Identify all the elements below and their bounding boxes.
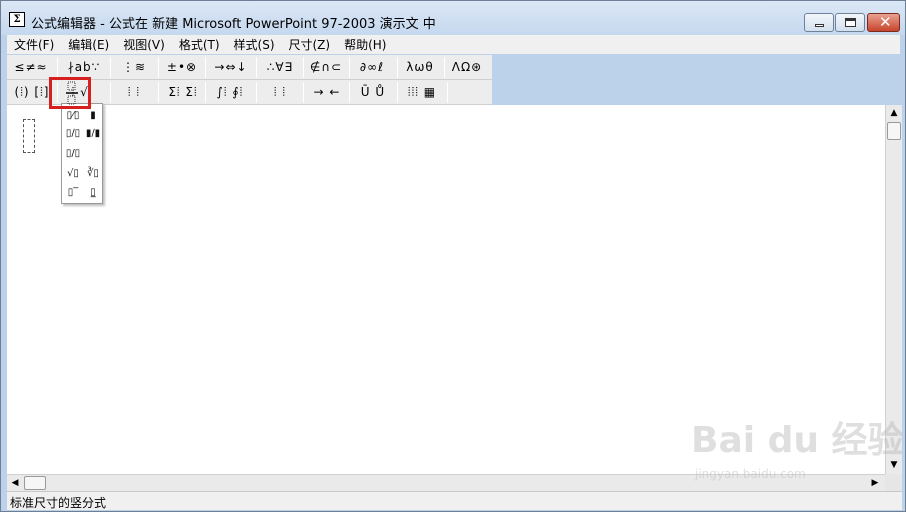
menu-bar: 文件(F) 编辑(E) 视图(V) 格式(T) 样式(S) 尺寸(Z) 帮助(H… [7,35,900,54]
palette-square-root[interactable]: √▯ [64,165,82,182]
set-theory-symbols-button[interactable]: ∉∩⊂ [307,57,345,78]
palette-vertical-fraction-full[interactable]: ▮ [84,107,102,124]
baidu-jingyan-watermark: Bai du 经验 jingyan.baidu.com [691,411,904,491]
menu-format[interactable]: 格式(T) [172,36,227,53]
subscript-superscript-templates-button[interactable]: ⦙ ⦙ [115,82,153,103]
matrix-templates-button[interactable]: ⦙⦙⦙ ▦ [400,82,444,103]
menu-size[interactable]: 尺寸(Z) [282,36,338,53]
operator-symbols-button[interactable]: ±•⊗ [162,57,202,78]
toolbar-separator [110,82,111,103]
horizontal-scroll-thumb[interactable] [24,476,46,490]
palette-slash-fraction-small[interactable]: ▮∕▮ [84,125,102,142]
arrow-symbols-button[interactable]: →⇔↓ [209,57,253,78]
watermark-logo: Bai du 经验 [691,420,904,461]
palette-vertical-fraction-small[interactable]: ▯⁄▯ [64,107,82,124]
palette-long-division[interactable]: ▯‾ [64,184,82,201]
scroll-up-arrow-icon[interactable]: ▲ [886,105,902,121]
integral-templates-button[interactable]: ∫⦙ ∮⦙ [209,82,251,103]
fence-templates-button[interactable]: (⦙) [⦙] [13,82,51,103]
toolbar-separator [444,57,445,78]
toolbar-separator [110,57,111,78]
equation-placeholder-slot[interactable] [23,119,35,153]
palette-nth-root[interactable]: ∛▯ [84,165,102,182]
underbar-overbar-templates-button[interactable]: ⦙ ⦙ [260,82,300,103]
menu-view[interactable]: 视图(V) [116,36,172,53]
window-title: 公式编辑器 - 公式在 新建 Microsoft PowerPoint 97-2… [31,17,436,32]
maximize-button[interactable] [835,13,865,32]
palette-horizontal-fraction[interactable]: ▯/▯ [64,145,82,162]
fraction-radical-palette: ▯⁄▯ ▮ ▯∕▯ ▮∕▮ ▯/▯ √▯ ∛▯ ▯‾ ▯̲ [61,103,103,204]
relational-symbols-button[interactable]: ≤≠≈ [11,57,51,78]
palette-slash-fraction[interactable]: ▯∕▯ [64,125,82,142]
toolbar-separator [349,82,350,103]
toolbar-separator [397,82,398,103]
highlight-annotation-box [49,77,91,109]
toolbar-separator [205,82,206,103]
toolbar-separator [256,57,257,78]
menu-file[interactable]: 文件(F) [7,36,61,53]
toolbar-separator [303,82,304,103]
maximize-icon [845,18,856,27]
status-text: 标准尺寸的竖分式 [10,496,107,510]
menu-help[interactable]: 帮助(H) [337,36,393,53]
minimize-button[interactable] [804,13,834,32]
product-set-templates-button[interactable]: Ū Ů [352,82,394,103]
misc-symbols-button[interactable]: ∂∞ℓ [352,57,392,78]
labeled-arrow-templates-button[interactable]: → ← [307,82,347,103]
greek-uppercase-button[interactable]: ΛΩ⊛ [447,57,487,78]
toolbar-separator [447,82,448,103]
scroll-left-arrow-icon[interactable]: ◀ [7,475,23,491]
equation-editor-window: Σ 公式编辑器 - 公式在 新建 Microsoft PowerPoint 97… [0,0,906,512]
title-bar[interactable]: Σ 公式编辑器 - 公式在 新建 Microsoft PowerPoint 97… [1,1,905,35]
vertical-scroll-thumb[interactable] [887,122,901,140]
toolbar-separator [57,57,58,78]
status-bar: 标准尺寸的竖分式 [7,491,902,510]
menu-edit[interactable]: 编辑(E) [61,36,116,53]
toolbar-separator [256,82,257,103]
toolbar-separator [397,57,398,78]
menu-style[interactable]: 样式(S) [227,36,282,53]
scrollbar-corner [885,474,902,491]
logical-symbols-button[interactable]: ∴∀∃ [260,57,300,78]
palette-long-division-small[interactable]: ▯̲ [84,184,102,201]
close-icon: ✕ [879,13,892,31]
watermark-url: jingyan.baidu.com [695,467,806,481]
close-button[interactable]: ✕ [867,13,900,32]
toolbar-separator [158,57,159,78]
toolbar-separator [158,82,159,103]
greek-lowercase-button[interactable]: λωθ [400,57,440,78]
app-icon[interactable]: Σ [9,12,25,27]
spaces-ellipses-button[interactable]: ∤ab∵ [63,57,105,78]
toolbar-separator [303,57,304,78]
summation-templates-button[interactable]: Σ⦙ Σ⦙ [162,82,204,103]
toolbar-separator [205,57,206,78]
minimize-icon [815,24,824,27]
embellishments-button[interactable]: ⋮≋ [115,57,153,78]
toolbar-separator [349,57,350,78]
